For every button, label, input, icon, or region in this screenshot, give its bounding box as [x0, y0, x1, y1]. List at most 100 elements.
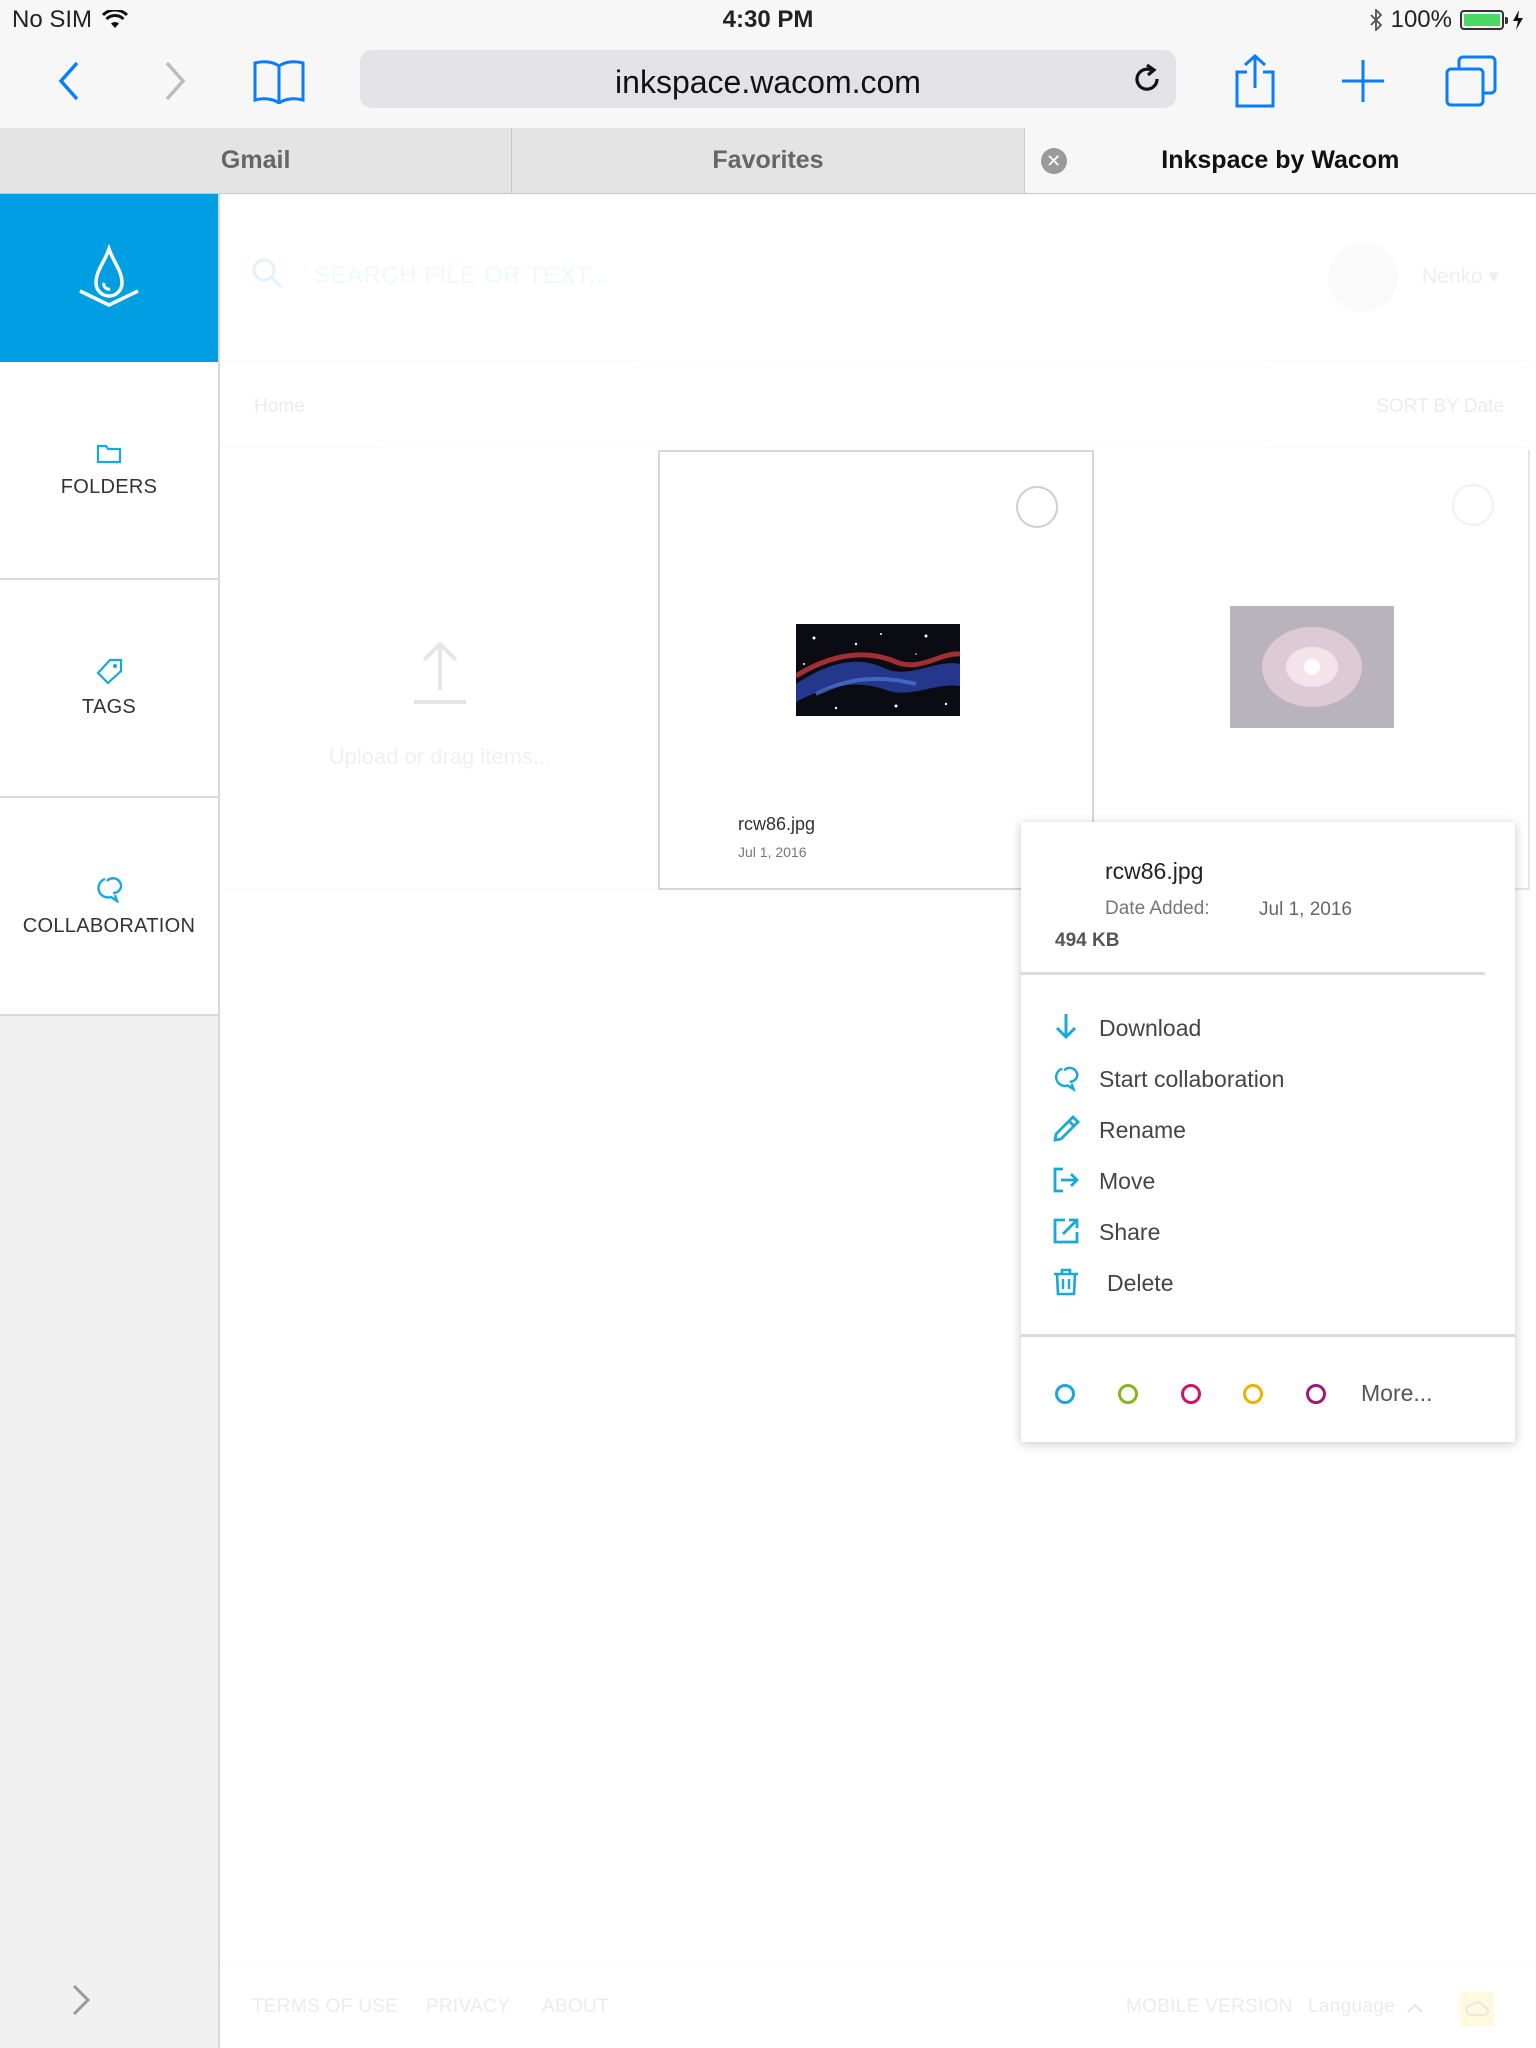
delete-action[interactable]: Delete: [1021, 1257, 1515, 1308]
upload-tile[interactable]: Upload or drag items...: [222, 450, 658, 890]
date-added-value: Jul 1, 2016: [1259, 899, 1352, 920]
forward-chevron-icon: [165, 61, 186, 101]
select-checkbox[interactable]: [1016, 486, 1058, 528]
mobile-version-link[interactable]: MOBILE VERSION: [1126, 1996, 1293, 2018]
folder-icon: [96, 444, 122, 463]
breadcrumb-bar: Home SORT BY Date: [222, 364, 1536, 448]
url-text: inkspace.wacom.com: [615, 64, 921, 100]
sidebar-item-label: COLLABORATION: [22, 914, 196, 937]
charging-icon: [1513, 10, 1523, 30]
terms-link[interactable]: TERMS OF USE: [252, 1996, 398, 2018]
sidebar-item-label: TAGS: [81, 695, 137, 718]
share-action[interactable]: Share: [1021, 1206, 1515, 1257]
reload-icon[interactable]: [1130, 62, 1164, 96]
file-actions-menu: Download Start collaboration Rename Move: [1021, 1002, 1515, 1308]
cloud-icon: [1465, 2001, 1489, 2016]
rename-action[interactable]: Rename: [1021, 1104, 1515, 1155]
file-date: Jul 1, 2016: [738, 844, 807, 860]
color-tag-purple[interactable]: [1306, 1384, 1326, 1404]
tab-favorites[interactable]: Favorites: [512, 128, 1025, 193]
search-icon: [252, 258, 283, 289]
tab-label: Gmail: [220, 146, 291, 174]
expand-sidebar-chevron-icon[interactable]: [66, 1982, 96, 2018]
upload-icon: [414, 641, 466, 704]
divider: [1021, 972, 1485, 975]
avatar[interactable]: [1328, 242, 1398, 312]
bluetooth-icon: [1369, 9, 1382, 31]
sidebar-item-tags[interactable]: TAGS: [0, 580, 218, 798]
chevron-up-icon: [1407, 2003, 1423, 2013]
more-colors-link[interactable]: More...: [1361, 1380, 1433, 1407]
forward-button[interactable]: [140, 46, 210, 116]
search-input[interactable]: [314, 256, 954, 296]
color-tag-blue[interactable]: [1055, 1384, 1075, 1404]
inkspace-logo[interactable]: [0, 194, 218, 362]
privacy-link[interactable]: PRIVACY: [426, 1996, 510, 2018]
move-icon: [1053, 1167, 1079, 1193]
safari-toolbar: inkspace.wacom.com: [0, 40, 1536, 128]
color-tag-green[interactable]: [1118, 1384, 1138, 1404]
about-link[interactable]: ABOUT: [542, 1996, 609, 2018]
file-thumbnail: [1230, 606, 1394, 728]
file-info: rcw86.jpg Date Added: Jul 1, 2016 494 KB: [1021, 822, 1515, 975]
sidebar-item-label: FOLDERS: [60, 475, 158, 498]
close-tab-icon[interactable]: ✕: [1040, 148, 1067, 174]
file-thumbnail: [796, 624, 960, 716]
move-action[interactable]: Move: [1021, 1155, 1515, 1206]
breadcrumb-home[interactable]: Home: [254, 396, 305, 418]
action-label: Delete: [1107, 1270, 1174, 1296]
address-bar[interactable]: inkspace.wacom.com: [360, 50, 1176, 108]
tabs-overview-button[interactable]: [1436, 46, 1506, 116]
status-time: 4:30 PM: [722, 6, 814, 33]
ink-drop-logo-icon: [79, 243, 139, 307]
share-icon: [1235, 54, 1275, 108]
battery-icon: [1460, 10, 1508, 30]
tab-label: Favorites: [712, 146, 824, 174]
action-label: Share: [1099, 1219, 1161, 1245]
collaboration-icon: [97, 876, 123, 903]
tag-icon: [96, 658, 123, 684]
app-sidebar: FOLDERS TAGS COLLABORATION: [0, 194, 220, 2048]
status-right: 100%: [1369, 6, 1524, 34]
sidebar-item-collaboration[interactable]: COLLABORATION: [0, 798, 218, 1016]
trash-icon: [1054, 1268, 1078, 1296]
language-selector[interactable]: Language: [1308, 1996, 1395, 2018]
select-checkbox[interactable]: [1452, 484, 1494, 526]
file-name: rcw86.jpg: [738, 814, 816, 834]
battery-fill: [1464, 14, 1500, 26]
share-button[interactable]: [1220, 46, 1290, 116]
battery-percent: 100%: [1390, 6, 1452, 33]
footer: TERMS OF USE PRIVACY ABOUT MOBILE VERSIO…: [222, 1964, 1536, 2048]
tab-label: Inkspace by Wacom: [1161, 146, 1400, 174]
bookmarks-button[interactable]: [244, 46, 314, 116]
share-icon: [1053, 1218, 1079, 1244]
file-context-popover: rcw86.jpg Date Added: Jul 1, 2016 494 KB…: [1021, 822, 1515, 1442]
tab-inkspace[interactable]: ✕ Inkspace by Wacom: [1024, 128, 1536, 193]
browser-tab-bar: Gmail Favorites ✕ Inkspace by Wacom: [0, 128, 1536, 194]
download-action[interactable]: Download: [1021, 1002, 1515, 1053]
collaboration-icon: [1054, 1066, 1079, 1093]
divider: [1021, 1334, 1515, 1337]
new-tab-button[interactable]: [1328, 46, 1398, 116]
sort-by-control[interactable]: SORT BY Date: [1376, 396, 1504, 418]
pen-icon: [1053, 1115, 1080, 1142]
book-icon: [253, 60, 305, 104]
download-icon: [1055, 1014, 1077, 1040]
user-menu[interactable]: Nenko ▾: [1422, 264, 1499, 289]
search-header: Nenko ▾: [222, 194, 1536, 362]
action-label: Download: [1099, 1015, 1202, 1041]
back-button[interactable]: [34, 46, 104, 116]
tab-gmail[interactable]: Gmail: [0, 128, 513, 193]
plus-icon: [1342, 60, 1384, 102]
sidebar-item-folders[interactable]: FOLDERS: [0, 362, 218, 580]
start-collaboration-action[interactable]: Start collaboration: [1021, 1053, 1515, 1104]
color-tag-red[interactable]: [1181, 1384, 1201, 1404]
action-label: Move: [1099, 1168, 1156, 1194]
action-label: Rename: [1099, 1117, 1186, 1143]
file-size: 494 KB: [1055, 930, 1120, 951]
color-tag-yellow[interactable]: [1243, 1384, 1263, 1404]
status-bar: No SIM 4:30 PM 100%: [0, 0, 1536, 40]
upload-label: Upload or drag items...: [328, 744, 552, 769]
tabs-icon: [1445, 55, 1497, 107]
cloud-badge-icon[interactable]: [1460, 1992, 1494, 2026]
